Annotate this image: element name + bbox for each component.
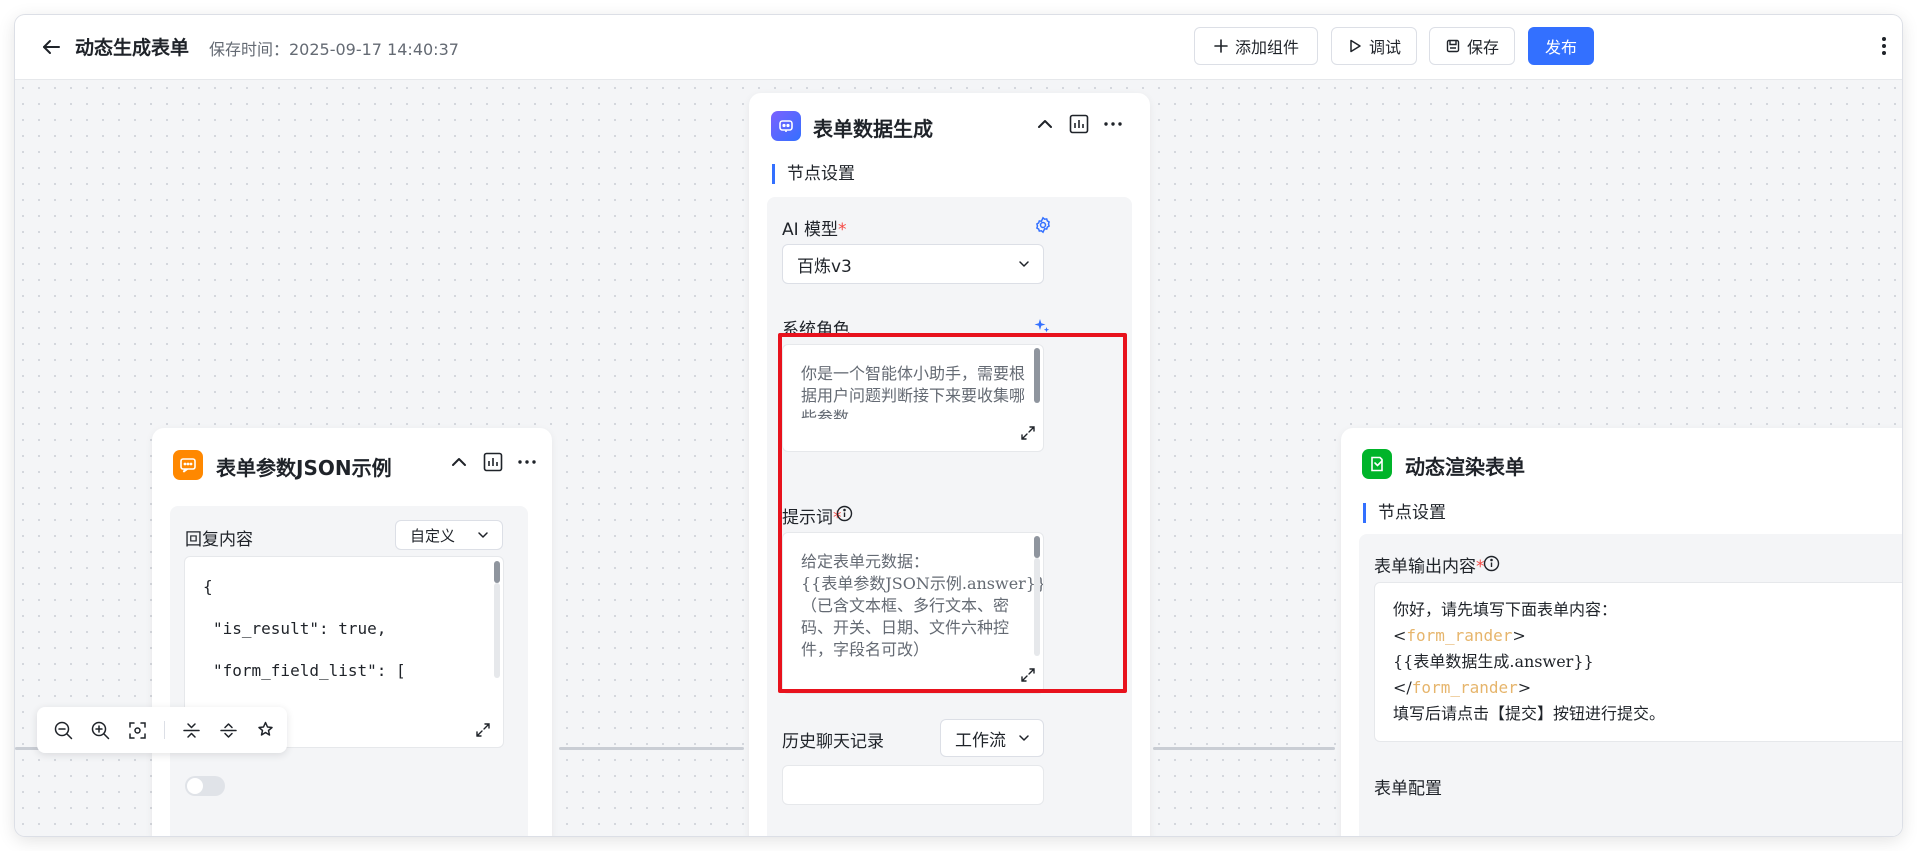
more-vertical-icon[interactable] [1881,35,1887,57]
chat-bubble-icon [173,450,203,480]
connection-edge [559,747,744,750]
form-config-label: 表单配置 [1374,779,1442,799]
model-label-text: AI 模型 [782,220,839,240]
debug-label: 调试 [1368,38,1401,57]
play-icon [1350,39,1361,53]
node-title: 表单数据生成 [813,117,933,141]
section-title: 节点设置 [1363,503,1446,523]
reply-panel: 回复内容 自定义 { "is_result": true, "form_fiel… [170,506,528,836]
add-component-button[interactable]: 添加组件 [1194,27,1318,65]
plus-icon [1214,39,1228,53]
toggle-switch[interactable] [185,776,225,796]
collapse-icon[interactable] [1034,113,1056,135]
output-label: 表单输出内容* [1374,552,1485,577]
reply-mode-value: 自定义 [410,526,456,545]
canvas-toolbar [37,707,287,753]
scrollbar[interactable] [494,561,500,583]
fit-view-icon[interactable] [127,720,148,741]
reply-label: 回复内容 [185,530,253,550]
result-panel-icon[interactable] [1068,113,1090,135]
result-panel-icon[interactable] [482,451,504,473]
tag-bracket: </ [1393,678,1412,697]
connection-edge [1153,747,1335,750]
publish-label: 发布 [1544,38,1577,57]
gear-icon[interactable] [1034,216,1052,234]
history-value: 工作流 [955,730,1006,751]
expand-all-icon[interactable] [218,720,239,741]
form-output-editor[interactable]: 你好，请先填写下面表单内容： <form_rander> {{表单数据生成.an… [1374,582,1902,742]
collapse-all-icon[interactable] [181,720,202,741]
code-line: "is_result": true, [213,619,387,638]
highlight-box [778,333,1127,693]
node-title: 动态渲染表单 [1405,455,1525,479]
zoom-in-icon[interactable] [90,720,111,741]
output-line: 填写后请点击【提交】按钮进行提交。 [1393,704,1666,723]
form-tag-name: form_rander [1411,678,1518,697]
chevron-down-icon [478,532,488,538]
reply-mode-select[interactable]: 自定义 [395,520,503,550]
more-horizontal-icon[interactable] [516,451,538,473]
back-arrow-icon[interactable] [39,35,63,59]
form-tag-name: form_rander [1406,626,1513,645]
node-settings-panel: 表单输出内容* 你好，请先填写下面表单内容： <form_rander> {{表… [1359,534,1902,836]
section-title: 节点设置 [772,164,855,184]
save-label: 保存 [1466,38,1499,57]
output-label-text: 表单输出内容 [1374,557,1476,577]
ai-model-value: 百炼v3 [797,256,852,277]
expand-icon[interactable] [475,722,491,738]
output-line: </form_rander> [1393,675,1531,701]
save-time-text: 保存时间：2025-09-17 14:40:37 [209,40,459,59]
collapse-icon[interactable] [448,451,470,473]
app-window: 动态生成表单 保存时间：2025-09-17 14:40:37 添加组件 调试 … [15,15,1902,836]
history-select[interactable]: 工作流 [940,719,1044,757]
toolbar-divider [164,721,165,739]
code-line: "form_field_list": [ [213,661,406,680]
form-edit-icon [1362,449,1392,479]
output-line: {{表单数据生成.answer}} [1393,652,1594,671]
debug-button[interactable]: 调试 [1331,27,1417,65]
ai-model-select[interactable]: 百炼v3 [782,244,1044,284]
model-label: AI 模型* [782,215,847,240]
chevron-down-icon [1019,735,1029,741]
top-header: 动态生成表单 保存时间：2025-09-17 14:40:37 添加组件 调试 … [15,15,1902,80]
add-component-label: 添加组件 [1234,38,1299,57]
save-button[interactable]: 保存 [1429,27,1515,65]
zoom-out-icon[interactable] [53,720,74,741]
scrollbar-track [494,583,500,678]
output-line: 你好，请先填写下面表单内容： [1393,600,1618,619]
history-count-input[interactable] [782,765,1044,805]
code-line: { [203,577,213,596]
more-horizontal-icon[interactable] [1102,113,1124,135]
node-form-data-generate[interactable]: 表单数据生成 节点设置 AI 模型* 百炼v3 系统角色 你是一个智能体小助手，… [749,93,1150,836]
history-label: 历史聊天记录 [782,732,884,752]
node-json-example[interactable]: 表单参数JSON示例 回复内容 自定义 { "is_result": true,… [152,428,552,836]
tag-bracket: > [1512,626,1526,645]
node-dynamic-render-form[interactable]: 动态渲染表单 节点设置 表单输出内容* 你好，请先填写下面表单内容： <form… [1341,428,1902,836]
tag-bracket: < [1393,626,1407,645]
output-line: <form_rander> [1393,623,1526,649]
tag-bracket: > [1517,678,1532,697]
chevron-down-icon [1019,261,1029,267]
required-mark: * [838,220,847,240]
workflow-canvas[interactable]: 表单参数JSON示例 回复内容 自定义 { "is_result": true,… [15,80,1902,836]
bot-icon [771,111,801,141]
info-icon[interactable] [1483,555,1500,572]
publish-button[interactable]: 发布 [1528,27,1594,65]
node-title: 表单参数JSON示例 [216,456,392,480]
save-icon [1446,39,1460,53]
auto-layout-icon[interactable] [255,720,276,741]
page-title: 动态生成表单 [75,37,190,59]
